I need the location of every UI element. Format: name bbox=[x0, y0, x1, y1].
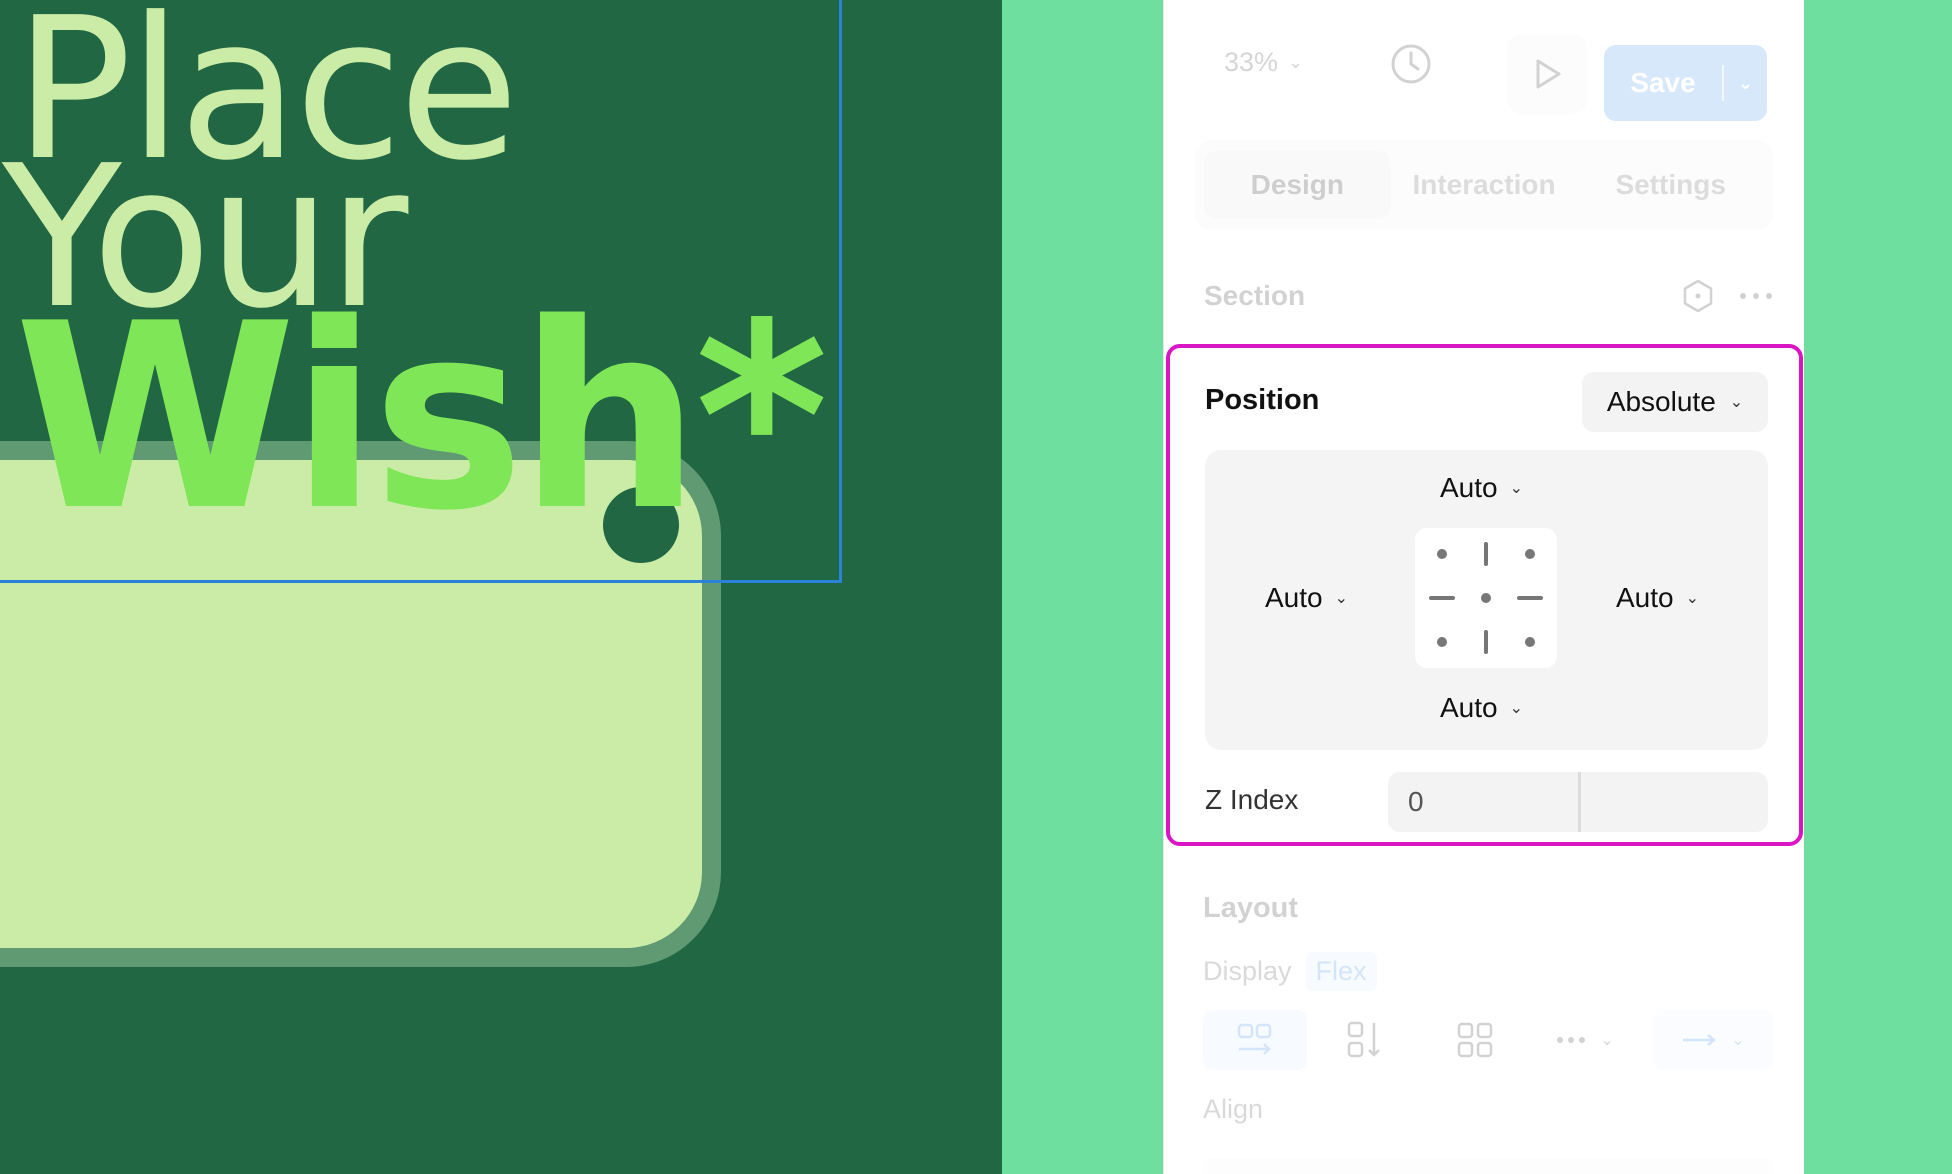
display-row: Display Flex bbox=[1203, 952, 1377, 991]
z-index-divider bbox=[1578, 772, 1581, 832]
align-control[interactable] bbox=[1203, 1158, 1773, 1174]
chevron-down-icon: ⌄ bbox=[1288, 51, 1304, 72]
z-index-value: 0 bbox=[1408, 786, 1424, 817]
offset-bottom-select[interactable]: Auto ⌄ bbox=[1440, 692, 1523, 724]
chevron-down-icon: ⌄ bbox=[1509, 480, 1524, 497]
offset-left-select[interactable]: Auto ⌄ bbox=[1265, 582, 1348, 614]
layout-direction-buttons: ⌄ ⌄ bbox=[1203, 1010, 1773, 1070]
zoom-value: 33% bbox=[1224, 46, 1279, 77]
tab-design[interactable]: Design bbox=[1204, 151, 1391, 219]
tab-interaction[interactable]: Interaction bbox=[1391, 151, 1578, 219]
offset-bottom-value: Auto bbox=[1440, 692, 1498, 723]
grid-icon bbox=[1457, 1022, 1493, 1058]
anchor-picker[interactable] bbox=[1415, 528, 1557, 668]
display-flex-badge[interactable]: Flex bbox=[1305, 952, 1377, 991]
grid-button[interactable] bbox=[1423, 1010, 1527, 1070]
history-icon[interactable] bbox=[1389, 42, 1433, 86]
section-title: Section bbox=[1204, 280, 1306, 311]
chevron-down-icon: ⌄ bbox=[1685, 590, 1700, 607]
offset-top-value: Auto bbox=[1440, 472, 1498, 503]
more-icon[interactable] bbox=[1738, 291, 1774, 301]
z-index-input[interactable]: 0 bbox=[1388, 772, 1768, 832]
position-mode-value: Absolute bbox=[1606, 386, 1716, 417]
flex-column-icon bbox=[1347, 1021, 1380, 1058]
save-button[interactable]: Save ⌄ bbox=[1604, 45, 1767, 121]
direction-select[interactable]: ⌄ bbox=[1653, 1010, 1773, 1070]
headline-line-wish[interactable]: Wish* bbox=[14, 290, 829, 546]
tab-settings[interactable]: Settings bbox=[1577, 151, 1764, 219]
panel-tabs: Design Interaction Settings bbox=[1194, 140, 1774, 230]
chevron-down-icon: ⌄ bbox=[1509, 700, 1524, 717]
layout-title: Layout bbox=[1203, 892, 1299, 924]
zoom-select[interactable]: 33% ⌄ bbox=[1224, 34, 1303, 90]
z-index-label: Z Index bbox=[1205, 784, 1299, 815]
flex-column-button[interactable] bbox=[1313, 1010, 1417, 1070]
display-label: Display bbox=[1203, 956, 1292, 986]
design-canvas[interactable]: Place Your Wish* bbox=[0, 0, 1002, 1174]
section-header: Section bbox=[1204, 276, 1774, 316]
offset-top-select[interactable]: Auto ⌄ bbox=[1440, 472, 1523, 504]
position-section: Position Absolute ⌄ Auto ⌄ Auto ⌄ Auto ⌄… bbox=[1166, 344, 1803, 846]
chevron-down-icon[interactable]: ⌄ bbox=[1724, 73, 1767, 94]
more-icon bbox=[1557, 1037, 1586, 1043]
anchor-grid-icon bbox=[1429, 542, 1543, 654]
save-button-label: Save bbox=[1630, 67, 1696, 98]
offset-right-select[interactable]: Auto ⌄ bbox=[1616, 582, 1699, 614]
arrow-right-icon bbox=[1683, 1034, 1717, 1046]
play-icon bbox=[1536, 59, 1561, 89]
flex-row-icon bbox=[1237, 1023, 1272, 1055]
position-offsets-grid: Auto ⌄ Auto ⌄ Auto ⌄ Auto ⌄ bbox=[1205, 450, 1768, 750]
chevron-down-icon: ⌄ bbox=[1729, 394, 1744, 411]
offset-right-value: Auto bbox=[1616, 582, 1674, 613]
flex-row-button[interactable] bbox=[1203, 1010, 1307, 1070]
component-icon[interactable] bbox=[1680, 278, 1716, 314]
align-label: Align bbox=[1203, 1094, 1264, 1124]
layout-section: Layout Display Flex ⌄ ⌄ Align bbox=[1163, 880, 1804, 1174]
preview-button[interactable] bbox=[1507, 34, 1587, 114]
position-title: Position bbox=[1205, 384, 1320, 416]
offset-left-value: Auto bbox=[1265, 582, 1323, 613]
chevron-down-icon: ⌄ bbox=[1731, 1032, 1745, 1049]
position-mode-select[interactable]: Absolute ⌄ bbox=[1582, 372, 1768, 432]
chevron-down-icon: ⌄ bbox=[1334, 590, 1349, 607]
chevron-down-icon: ⌄ bbox=[1600, 1032, 1614, 1049]
more-layout-button[interactable]: ⌄ bbox=[1533, 1010, 1637, 1070]
